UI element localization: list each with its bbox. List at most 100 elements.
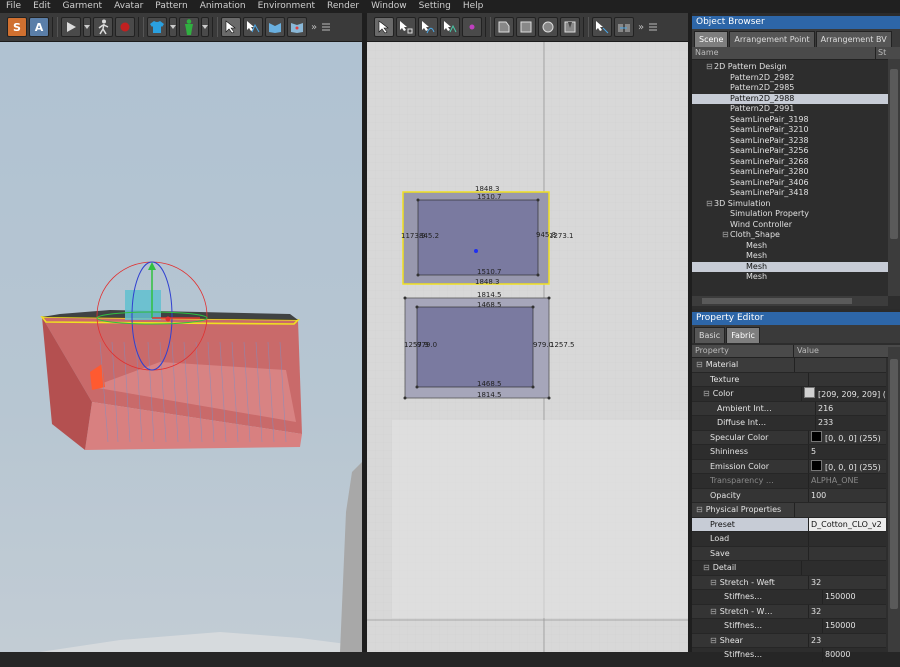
property-value[interactable]: 233	[815, 416, 886, 430]
tree-item[interactable]: Mesh	[692, 251, 900, 262]
toolbar-menu-button[interactable]	[648, 17, 658, 37]
tree-item[interactable]: Simulation Property	[692, 209, 900, 220]
tree-item[interactable]: SeamLinePair_3280	[692, 167, 900, 178]
property-row[interactable]: Load	[692, 532, 886, 547]
menu-window[interactable]: Window	[365, 0, 413, 13]
menu-garment[interactable]: Garment	[57, 0, 109, 13]
color-swatch[interactable]	[804, 387, 815, 398]
tab-arrangement-point[interactable]: Arrangement Point	[729, 31, 815, 47]
menu-edit[interactable]: Edit	[27, 0, 56, 13]
tree-item[interactable]: Pattern2D_2991	[692, 104, 900, 115]
garment-dropdown-button[interactable]	[169, 17, 177, 37]
menu-setting[interactable]: Setting	[413, 0, 457, 13]
menu-render[interactable]: Render	[321, 0, 365, 13]
property-row[interactable]: Specular Color [0, 0, 0] (255)	[692, 430, 886, 445]
tree-item[interactable]: Mesh	[692, 272, 900, 283]
property-row[interactable]: ⊟ Stretch - W… 32	[692, 604, 886, 619]
property-row[interactable]: Shininess 5	[692, 445, 886, 460]
tree-item[interactable]: SeamLinePair_3238	[692, 136, 900, 147]
2d-transform-button[interactable]	[440, 17, 460, 37]
toolbar-menu-button[interactable]	[321, 17, 331, 37]
property-row[interactable]: ⊟ Detail	[692, 561, 886, 576]
menu-avatar[interactable]: Avatar	[108, 0, 149, 13]
property-value[interactable]: D_Cotton_CLO_v2	[808, 517, 886, 531]
property-row[interactable]: Preset D_Cotton_CLO_v2	[692, 517, 886, 532]
polygon-tool-button[interactable]	[494, 17, 514, 37]
column-value[interactable]: Value	[794, 345, 819, 357]
property-row[interactable]: Opacity 100	[692, 488, 886, 503]
simulation-mode-button[interactable]: S	[7, 17, 27, 37]
property-row[interactable]: ⊟ Stretch - Weft 32	[692, 575, 886, 590]
property-value[interactable]: [0, 0, 0] (255)	[808, 430, 886, 444]
property-row[interactable]: ⊟ Shear 23	[692, 633, 886, 648]
menu-help[interactable]: Help	[457, 0, 490, 13]
column-status[interactable]: St	[876, 47, 886, 59]
2d-select-button[interactable]	[374, 17, 394, 37]
tree-item[interactable]: SeamLinePair_3268	[692, 157, 900, 168]
property-row[interactable]: ⊟ Physical Properties	[692, 503, 886, 518]
property-row[interactable]: Stiffnes… 150000	[692, 590, 886, 605]
property-row[interactable]: Transparency … ALPHA_ONE	[692, 474, 886, 489]
property-value[interactable]: ALPHA_ONE	[808, 474, 886, 488]
2d-edit-curve-button[interactable]	[418, 17, 438, 37]
record-button[interactable]	[115, 17, 135, 37]
dart-tool-button[interactable]	[560, 17, 580, 37]
property-value[interactable]	[801, 561, 886, 575]
tab-basic[interactable]: Basic	[694, 327, 726, 343]
property-value[interactable]	[794, 358, 886, 372]
scroll-thumb[interactable]	[890, 359, 898, 609]
property-row[interactable]: Ambient Int… 216	[692, 401, 886, 416]
property-value[interactable]: 23	[808, 633, 886, 647]
expand-toggle-icon[interactable]: ⊟	[703, 563, 710, 572]
color-swatch[interactable]	[811, 430, 822, 442]
object-browser-hscroll[interactable]	[692, 296, 888, 306]
tree-item[interactable]: ⊟Cloth_Shape	[692, 230, 900, 241]
tab-scene[interactable]: Scene	[694, 31, 729, 47]
cloth-box[interactable]	[40, 310, 302, 450]
tab-arrangement-bv[interactable]: Arrangement BV	[815, 31, 892, 47]
object-browser-scrollbar[interactable]	[888, 59, 900, 296]
scroll-thumb[interactable]	[890, 69, 898, 239]
play-dropdown-button[interactable]	[83, 17, 91, 37]
property-value[interactable]: [209, 209, 209] (…	[801, 387, 886, 401]
select-mesh-button[interactable]	[243, 17, 263, 37]
2d-point-tool-button[interactable]	[462, 17, 482, 37]
tree-item[interactable]: Wind Controller	[692, 220, 900, 231]
property-row[interactable]: Emission Color [0, 0, 0] (255)	[692, 459, 886, 474]
property-value[interactable]: [0, 0, 0] (255)	[808, 459, 886, 473]
tree-item[interactable]: SeamLinePair_3406	[692, 178, 900, 189]
avatar-pose-button[interactable]	[93, 17, 113, 37]
expand-toggle-icon[interactable]: ⊟	[710, 607, 717, 616]
property-value[interactable]: 216	[815, 401, 886, 415]
property-row[interactable]: Diffuse Int… 233	[692, 416, 886, 431]
menu-animation[interactable]: Animation	[194, 0, 252, 13]
circle-tool-button[interactable]	[538, 17, 558, 37]
seam-select-button[interactable]	[592, 17, 612, 37]
tree-item[interactable]: SeamLinePair_3198	[692, 115, 900, 126]
tree-item[interactable]: Pattern2D_2985	[692, 83, 900, 94]
3d-viewport[interactable]	[0, 42, 362, 652]
column-name[interactable]: Name	[692, 47, 876, 59]
expand-toggle-icon[interactable]: ⊟	[696, 505, 703, 514]
expand-toggle-icon[interactable]: ⊟	[710, 578, 717, 587]
property-value[interactable]: 80000	[822, 648, 886, 662]
toolbar-overflow-icon[interactable]: »	[311, 22, 317, 33]
tree-item[interactable]: Pattern2D_2988	[692, 93, 900, 104]
seam-tool-button[interactable]	[614, 17, 634, 37]
property-row[interactable]: Save	[692, 546, 886, 561]
avatar-dropdown-button[interactable]	[201, 17, 209, 37]
property-value[interactable]: 32	[808, 575, 886, 589]
tree-item[interactable]: Mesh	[692, 261, 900, 272]
property-row[interactable]: Stiffnes… 150000	[692, 619, 886, 634]
tree-item[interactable]: SeamLinePair_3210	[692, 125, 900, 136]
tree-item[interactable]: SeamLinePair_3418	[692, 188, 900, 199]
property-value[interactable]	[794, 503, 886, 517]
tree-item[interactable]: Pattern2D_2982	[692, 73, 900, 84]
expand-toggle-icon[interactable]: ⊟	[706, 62, 714, 73]
property-value[interactable]	[808, 372, 886, 386]
expand-toggle-icon[interactable]: ⊟	[710, 636, 717, 645]
property-value[interactable]	[808, 546, 886, 560]
menu-environment[interactable]: Environment	[252, 0, 321, 13]
tree-item[interactable]: ⊟3D Simulation	[692, 199, 890, 210]
property-value[interactable]: 100	[808, 488, 886, 502]
